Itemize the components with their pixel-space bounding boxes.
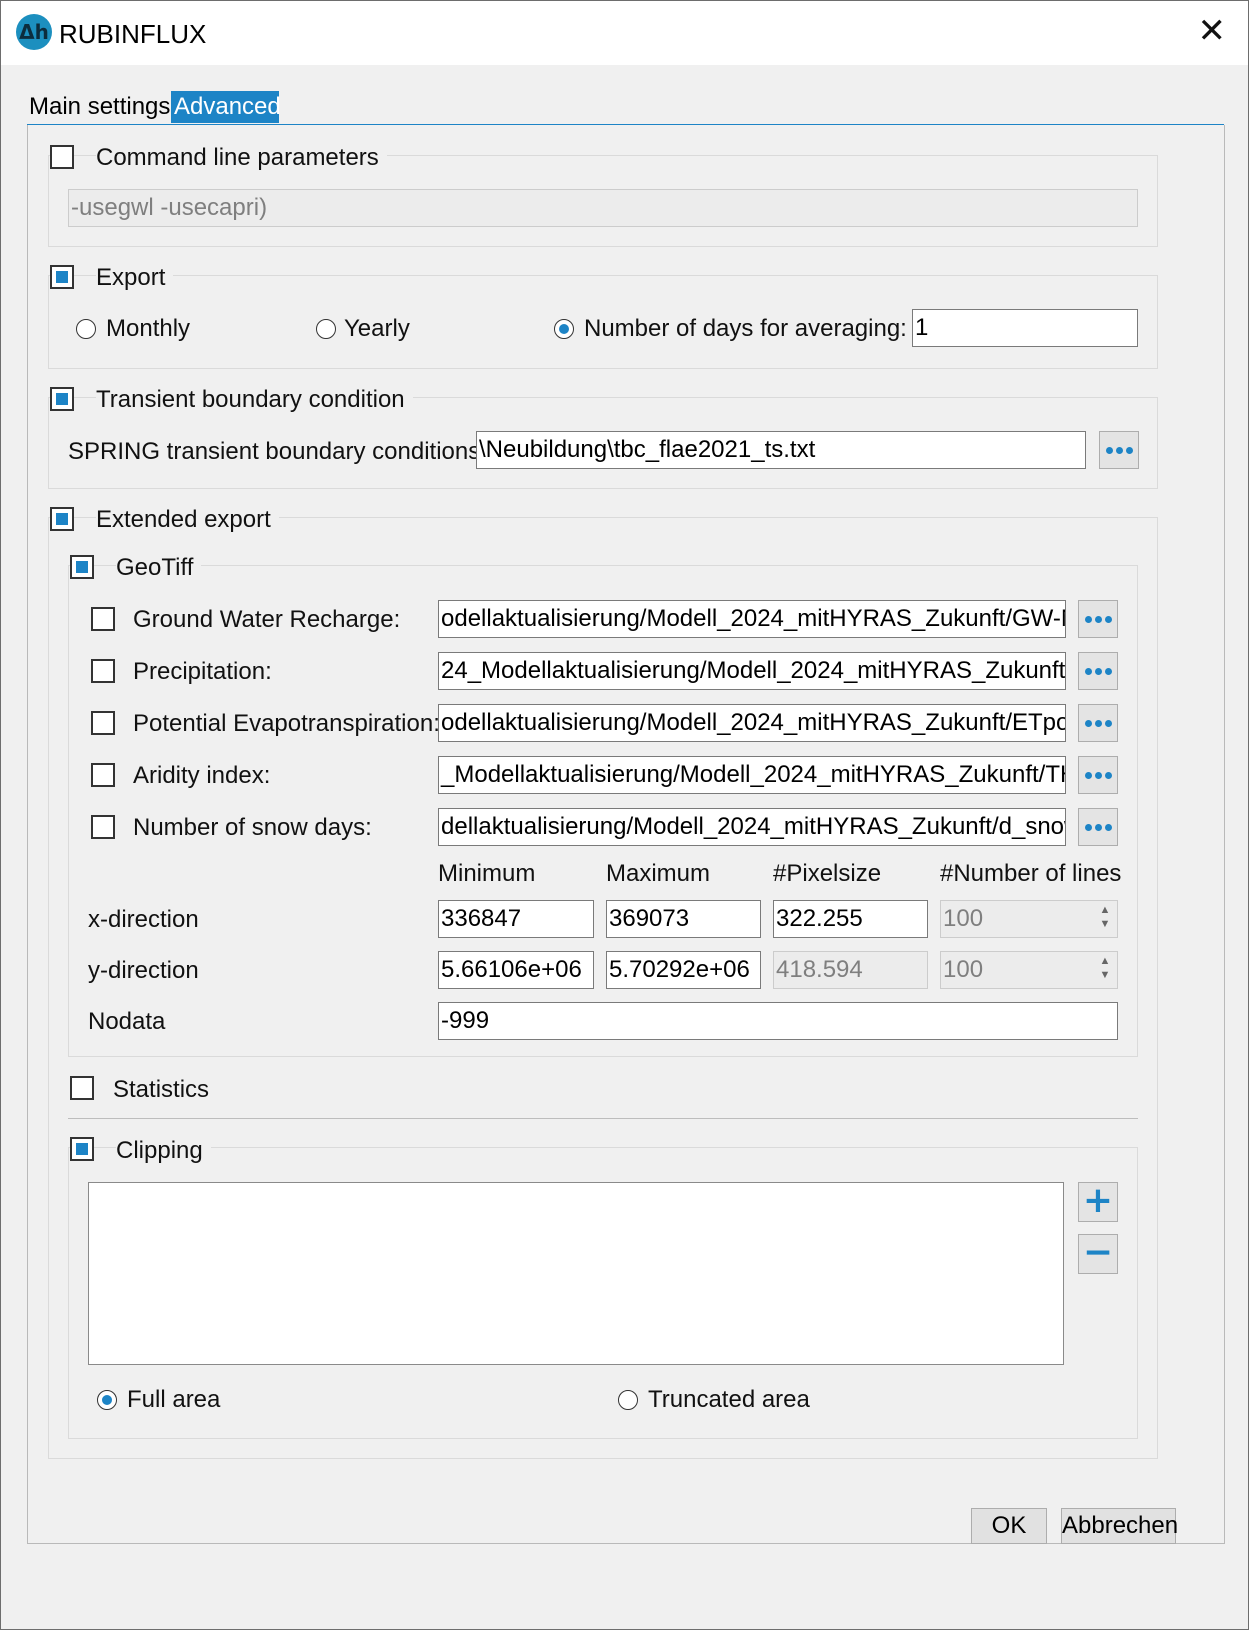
export-checkbox[interactable] <box>50 265 74 289</box>
advanced-panel: Command line parameters -usegwl -usecapr… <box>27 125 1225 1544</box>
cancel-button[interactable]: Abbrechen <box>1061 1508 1178 1544</box>
full-area-label: Full area <box>127 1386 221 1413</box>
close-icon[interactable]: ✕ <box>1198 11 1227 51</box>
evapotranspiration-checkbox[interactable] <box>91 711 115 735</box>
geotiff-checkbox[interactable] <box>70 555 94 579</box>
aridity-browse-button[interactable] <box>1078 756 1118 794</box>
y-pixelsize-input: 418.594 <box>773 951 928 989</box>
export-label: Export <box>96 263 174 293</box>
snow-days-path-input[interactable]: dellaktualisierung/Modell_2024_mitHYRAS_… <box>438 808 1066 846</box>
aridity-checkbox[interactable] <box>91 763 115 787</box>
x-lines-spin-arrows-icon[interactable]: ▲ ▼ <box>1094 903 1116 933</box>
extended-export-checkbox[interactable] <box>50 507 74 531</box>
truncated-area-radio[interactable] <box>618 1390 638 1410</box>
clipping-label: Clipping <box>116 1136 211 1166</box>
snow-days-checkbox[interactable] <box>91 815 115 839</box>
days-averaging-radio[interactable] <box>554 319 574 339</box>
remove-clipping-button[interactable]: − <box>1078 1234 1118 1274</box>
gwr-path-input[interactable]: odellaktualisierung/Modell_2024_mitHYRAS… <box>438 600 1066 638</box>
tab-main-settings[interactable]: Main settings <box>29 91 171 123</box>
window-title: RUBINFLUX <box>59 19 207 49</box>
command-line-input[interactable]: -usegwl -usecapri) <box>68 189 1138 227</box>
nodata-input[interactable]: -999 <box>438 1002 1118 1040</box>
x-lines-value: 100 <box>940 900 1118 938</box>
x-min-input[interactable]: 336847 <box>438 900 594 938</box>
x-direction-label: x-direction <box>88 906 199 933</box>
y-lines-spin-arrows-icon[interactable]: ▲ ▼ <box>1094 954 1116 984</box>
x-pixelsize-input[interactable]: 322.255 <box>773 900 928 938</box>
days-averaging-label: Number of days for averaging: <box>584 315 907 342</box>
x-lines-spinbox[interactable]: 100 ▲ ▼ <box>940 900 1118 938</box>
snow-days-label: Number of snow days: <box>133 814 372 841</box>
tab-advanced[interactable]: Advanced <box>171 91 281 123</box>
clipping-checkbox[interactable] <box>70 1137 94 1161</box>
statistics-checkbox[interactable] <box>70 1076 94 1100</box>
transient-label: Transient boundary condition <box>96 385 413 415</box>
days-averaging-input[interactable]: 1 <box>912 309 1138 347</box>
add-clipping-button[interactable]: + <box>1078 1182 1118 1222</box>
spring-input[interactable]: \Neubildung\tbc_flae2021_ts.txt <box>476 431 1086 469</box>
evapotranspiration-path-input[interactable]: odellaktualisierung/Modell_2024_mitHYRAS… <box>438 704 1066 742</box>
ok-button[interactable]: OK <box>971 1508 1047 1544</box>
dialog-window: Δh RUBINFLUX ✕ Main settings Advanced Co… <box>0 0 1249 1630</box>
statistics-divider <box>68 1118 1138 1119</box>
pixelsize-header: #Pixelsize <box>773 860 882 887</box>
precipitation-checkbox[interactable] <box>91 659 115 683</box>
y-min-input[interactable]: 5.66106e+06 <box>438 951 594 989</box>
maximum-header: Maximum <box>606 860 711 887</box>
nodata-label: Nodata <box>88 1008 166 1035</box>
full-area-radio[interactable] <box>97 1390 117 1410</box>
monthly-radio[interactable] <box>76 319 96 339</box>
geotiff-label: GeoTiff <box>116 553 202 583</box>
minimum-header: Minimum <box>438 860 536 887</box>
extended-export-label: Extended export <box>96 505 279 535</box>
y-direction-label: y-direction <box>88 957 199 984</box>
title-bar: Δh RUBINFLUX ✕ <box>1 1 1248 65</box>
aridity-path-input[interactable]: _Modellaktualisierung/Modell_2024_mitHYR… <box>438 756 1066 794</box>
y-lines-spinbox[interactable]: 100 ▲ ▼ <box>940 951 1118 989</box>
spring-browse-button[interactable] <box>1099 431 1139 469</box>
gwr-label: Ground Water Recharge: <box>133 606 401 633</box>
command-line-label: Command line parameters <box>96 143 387 173</box>
yearly-label: Yearly <box>344 315 410 342</box>
precipitation-browse-button[interactable] <box>1078 652 1118 690</box>
spring-label: SPRING transient boundary conditions: <box>68 438 487 465</box>
command-line-checkbox[interactable] <box>50 145 74 169</box>
truncated-area-label: Truncated area <box>648 1386 810 1413</box>
monthly-label: Monthly <box>106 315 191 342</box>
x-max-input[interactable]: 369073 <box>606 900 761 938</box>
y-max-input[interactable]: 5.70292e+06 <box>606 951 761 989</box>
yearly-radio[interactable] <box>316 319 336 339</box>
precipitation-path-input[interactable]: 24_Modellaktualisierung/Modell_2024_mitH… <box>438 652 1066 690</box>
aridity-label: Aridity index: <box>133 762 271 789</box>
snow-days-browse-button[interactable] <box>1078 808 1118 846</box>
app-logo-icon: Δh <box>16 14 52 50</box>
gwr-browse-button[interactable] <box>1078 600 1118 638</box>
precipitation-label: Precipitation: <box>133 658 272 685</box>
number-of-lines-header: #Number of lines <box>940 860 1122 887</box>
evapotranspiration-label: Potential Evapotranspiration: <box>133 710 440 737</box>
gwr-checkbox[interactable] <box>91 607 115 631</box>
transient-checkbox[interactable] <box>50 387 74 411</box>
y-lines-value: 100 <box>940 951 1118 989</box>
evapotranspiration-browse-button[interactable] <box>1078 704 1118 742</box>
statistics-label: Statistics <box>113 1076 210 1103</box>
clipping-list[interactable] <box>88 1182 1064 1365</box>
